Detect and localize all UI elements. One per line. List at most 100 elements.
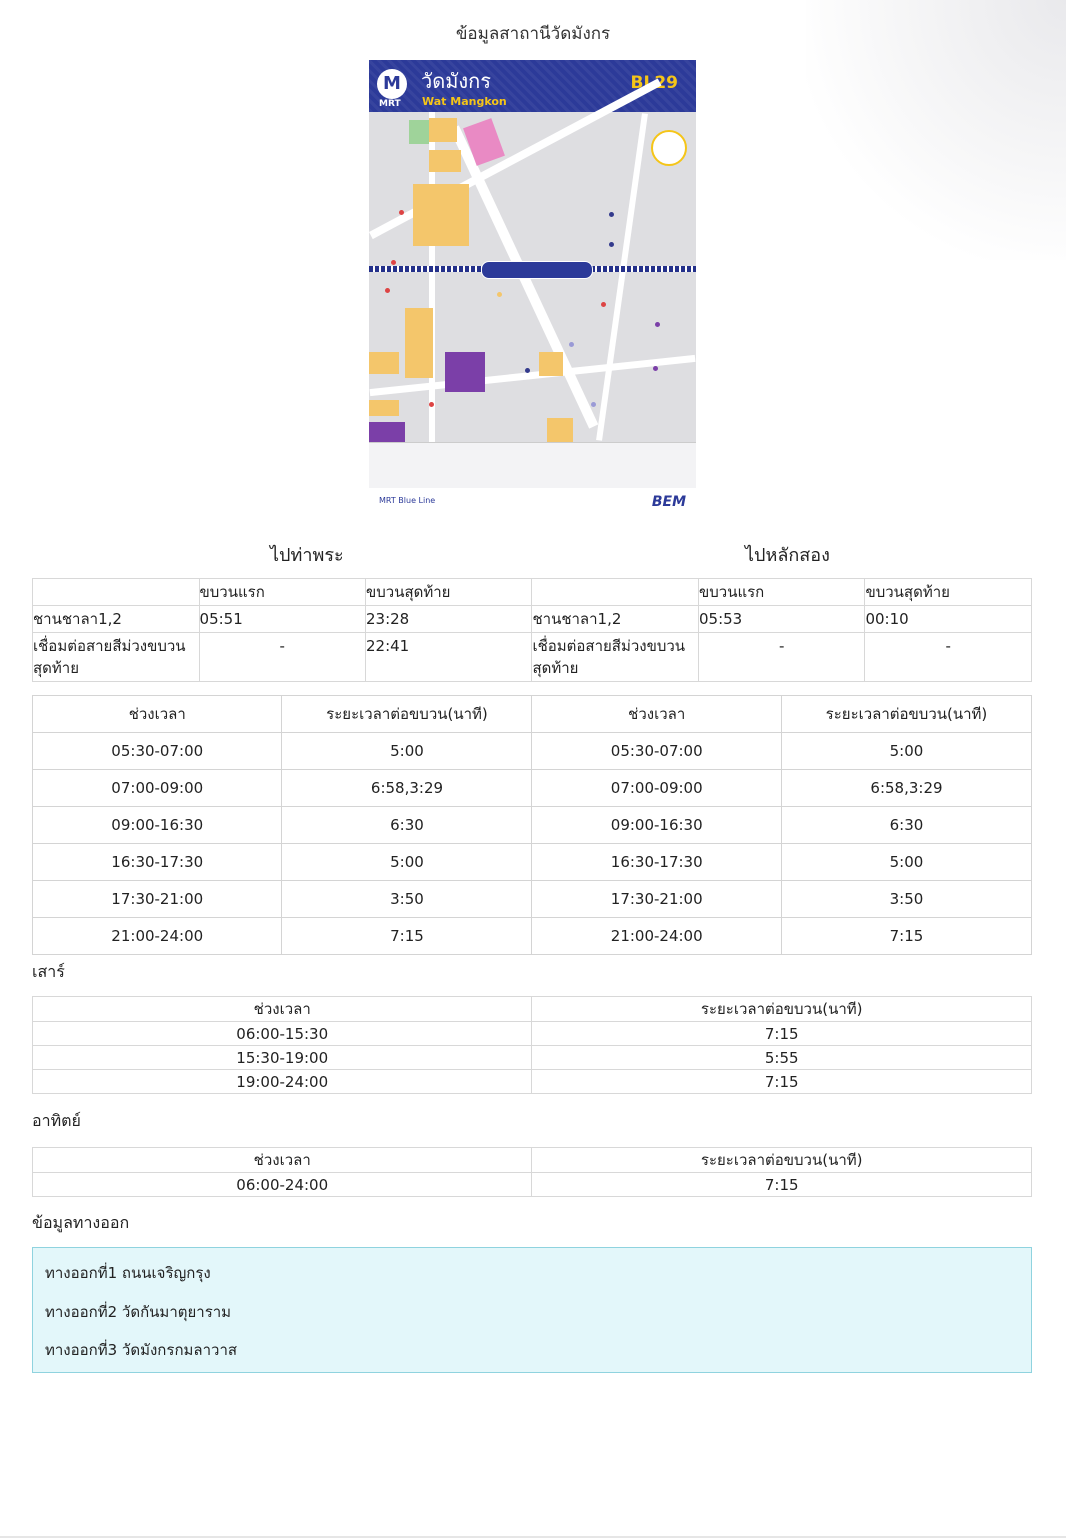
period-cell: 16:30-17:30	[31, 843, 283, 881]
period-cell: 19:00-24:00	[31, 1069, 533, 1094]
exit-item: ทางออกที่1 ถนนเจริญกรุง	[45, 1264, 211, 1282]
map-streets	[369, 78, 696, 442]
table-header-row: ช่วงเวลา ระยะเวลาต่อขบวน(นาที)	[31, 996, 1032, 1022]
header-period: ช่วงเวลา	[31, 1147, 533, 1173]
header-interval: ระยะเวลาต่อขบวน(นาที)	[531, 1147, 1032, 1173]
last-train-time: 00:10	[864, 605, 1032, 633]
row-label: เชื่อมต่อสายสีม่วงขบวนสุดท้าย	[531, 632, 699, 682]
table-row: 21:00-24:00 7:15 21:00-24:00 7:15	[31, 917, 1033, 955]
table-cell	[32, 578, 200, 606]
header-interval: ระยะเวลาต่อขบวน(นาที)	[531, 996, 1032, 1022]
row-label: เชื่อมต่อสายสีม่วงขบวนสุดท้าย	[32, 632, 200, 682]
table-cell	[531, 578, 699, 606]
first-train-time: 05:51	[198, 605, 367, 633]
first-last-train-table: ขบวนแรก ขบวนสุดท้าย ขบวนแรก ขบวนสุดท้าย …	[32, 578, 1032, 682]
header-first-right: ขบวนแรก	[697, 578, 866, 606]
interval-cell: 3:50	[780, 880, 1033, 918]
interval-cell: 7:15	[531, 1069, 1032, 1094]
header-last-left: ขบวนสุดท้าย	[364, 578, 533, 606]
exit-item: ทางออกที่2 วัดกันมาตุยาราม	[45, 1303, 232, 1321]
header-last-right: ขบวนสุดท้าย	[864, 578, 1032, 606]
header-period: ช่วงเวลา	[31, 695, 283, 733]
interval-cell: 7:15	[281, 917, 533, 955]
period-cell: 21:00-24:00	[31, 917, 283, 955]
interval-cell: 5:55	[531, 1045, 1032, 1070]
saturday-interval-table: ช่วงเวลา ระยะเวลาต่อขบวน(นาที) 06:00-15:…	[31, 996, 1032, 1094]
map-station-name-en: Wat Mangkon	[422, 95, 507, 108]
map-station-name-th: วัดมังกร	[421, 69, 492, 93]
interval-cell: 7:15	[780, 917, 1033, 955]
header-first-left: ขบวนแรก	[198, 578, 367, 606]
header-interval: ระยะเวลาต่อขบวน(นาที)	[281, 695, 533, 733]
interval-cell: 6:30	[780, 806, 1033, 844]
table-row: 05:30-07:00 5:00 05:30-07:00 5:00	[31, 732, 1033, 770]
table-header-row: ช่วงเวลา ระยะเวลาต่อขบวน(นาที) ช่วงเวลา …	[31, 695, 1033, 733]
exit-item: ทางออกที่3 วัดมังกรกมลาวาส	[45, 1341, 238, 1359]
row-label: ชานชาลา1,2	[531, 605, 699, 633]
header-period: ช่วงเวลา	[31, 996, 533, 1022]
map-operator: BEM	[651, 494, 686, 510]
period-cell: 16:30-17:30	[531, 843, 782, 881]
compass-icon	[651, 130, 687, 166]
table-header-row: ขบวนแรก ขบวนสุดท้าย ขบวนแรก ขบวนสุดท้าย	[32, 578, 1032, 606]
first-train-time: 05:53	[697, 605, 866, 633]
table-row: เชื่อมต่อสายสีม่วงขบวนสุดท้าย - 22:41 เช…	[32, 632, 1032, 682]
header-period: ช่วงเวลา	[531, 695, 782, 733]
table-header-row: ช่วงเวลา ระยะเวลาต่อขบวน(นาที)	[31, 1147, 1032, 1173]
interval-cell: 5:00	[281, 843, 533, 881]
period-cell: 05:30-07:00	[31, 732, 283, 770]
period-cell: 09:00-16:30	[531, 806, 782, 844]
period-cell: 21:00-24:00	[531, 917, 782, 955]
direction-left-title: ไปท่าพระ	[270, 545, 344, 566]
station-map: M MRT วัดมังกร Wat Mangkon BL29	[369, 60, 696, 526]
weekday-interval-table: ช่วงเวลา ระยะเวลาต่อขบวน(นาที) ช่วงเวลา …	[31, 695, 1033, 955]
platform-marker	[481, 261, 593, 279]
interval-cell: 5:00	[780, 732, 1033, 770]
saturday-label: เสาร์	[32, 962, 65, 981]
period-cell: 05:30-07:00	[531, 732, 782, 770]
interval-cell: 5:00	[780, 843, 1033, 881]
map-legend	[369, 442, 696, 489]
map-line-name: MRT Blue Line	[379, 496, 436, 505]
table-row: 16:30-17:30 5:00 16:30-17:30 5:00	[31, 843, 1033, 881]
period-cell: 17:30-21:00	[531, 880, 782, 918]
period-cell: 06:00-15:30	[31, 1021, 533, 1046]
period-cell: 15:30-19:00	[31, 1045, 533, 1070]
exits-label: ข้อมูลทางออก	[32, 1213, 130, 1232]
table-row: 07:00-09:00 6:58,3:29 07:00-09:00 6:58,3…	[31, 769, 1033, 807]
last-train-time: -	[864, 632, 1032, 682]
last-train-time: 22:41	[364, 632, 533, 682]
interval-cell: 6:30	[281, 806, 533, 844]
interval-cell: 5:00	[281, 732, 533, 770]
sunday-label: อาทิตย์	[32, 1111, 81, 1130]
header-interval: ระยะเวลาต่อขบวน(นาที)	[780, 695, 1033, 733]
first-train-time: -	[198, 632, 367, 682]
table-row: 15:30-19:00 5:55	[31, 1045, 1032, 1070]
table-row: 17:30-21:00 3:50 17:30-21:00 3:50	[31, 880, 1033, 918]
first-train-time: -	[697, 632, 866, 682]
table-row: ชานชาลา1,2 05:51 23:28 ชานชาลา1,2 05:53 …	[32, 605, 1032, 633]
last-train-time: 23:28	[364, 605, 533, 633]
mrt-logo-text: MRT	[379, 99, 401, 109]
map-footer: MRT Blue Line BEM	[369, 488, 696, 526]
mrt-logo-icon: M	[377, 69, 407, 99]
row-label: ชานชาลา1,2	[32, 605, 200, 633]
sunday-interval-table: ช่วงเวลา ระยะเวลาต่อขบวน(นาที) 06:00-24:…	[31, 1147, 1032, 1197]
period-cell: 07:00-09:00	[31, 769, 283, 807]
exit-info-box: ทางออกที่1 ถนนเจริญกรุง ทางออกที่2 วัดกั…	[32, 1247, 1032, 1373]
table-row: 19:00-24:00 7:15	[31, 1069, 1032, 1094]
period-cell: 09:00-16:30	[31, 806, 283, 844]
period-cell: 06:00-24:00	[31, 1172, 533, 1197]
period-cell: 17:30-21:00	[31, 880, 283, 918]
interval-cell: 6:58,3:29	[281, 769, 533, 807]
interval-cell: 7:15	[531, 1172, 1032, 1197]
table-row: 06:00-15:30 7:15	[31, 1021, 1032, 1046]
interval-cell: 7:15	[531, 1021, 1032, 1046]
period-cell: 07:00-09:00	[531, 769, 782, 807]
page-title: ข้อมูลสาถานีวัดมังกร	[455, 24, 611, 44]
direction-right-title: ไปหลักสอง	[745, 545, 830, 566]
table-row: 06:00-24:00 7:15	[31, 1172, 1032, 1197]
interval-cell: 3:50	[281, 880, 533, 918]
interval-cell: 6:58,3:29	[780, 769, 1033, 807]
table-row: 09:00-16:30 6:30 09:00-16:30 6:30	[31, 806, 1033, 844]
